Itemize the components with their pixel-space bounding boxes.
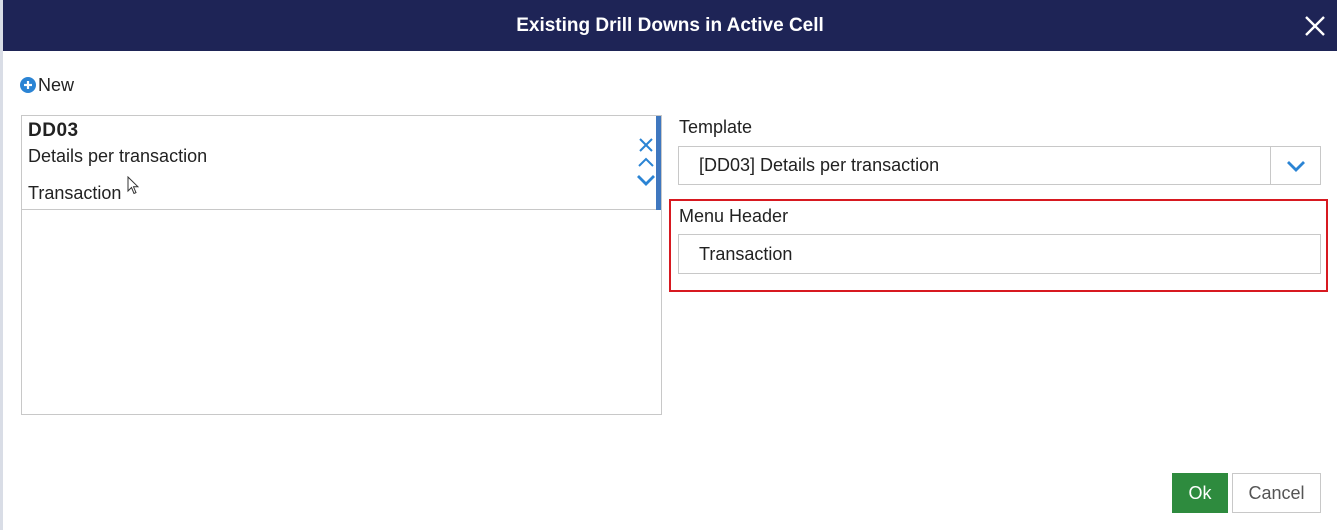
new-drill-down-button[interactable]: New	[20, 74, 74, 96]
menu-header-label: Menu Header	[679, 206, 789, 226]
delete-icon[interactable]	[638, 137, 654, 153]
item-description: Details per transaction	[28, 146, 208, 166]
move-up-icon[interactable]	[637, 156, 655, 168]
mouse-cursor-icon	[127, 176, 139, 195]
template-label: Template	[679, 117, 753, 137]
chevron-down-icon	[1286, 160, 1305, 172]
template-value: [DD03] Details per transaction	[699, 155, 940, 175]
new-label: New	[38, 74, 75, 95]
menu-header-input[interactable]	[678, 234, 1321, 274]
drill-down-list: DD03 Details per transaction Transaction	[21, 115, 662, 415]
selection-accent	[656, 116, 661, 210]
list-item[interactable]: DD03 Details per transaction Transaction	[22, 116, 661, 210]
dialog-title: Existing Drill Downs in Active Cell	[516, 15, 824, 36]
background-strip	[0, 0, 3, 530]
template-select[interactable]: [DD03] Details per transaction	[678, 146, 1321, 185]
item-code: DD03	[28, 120, 79, 141]
plus-circle-icon	[20, 77, 36, 93]
cancel-button[interactable]: Cancel	[1232, 473, 1321, 513]
item-menu-header: Transaction	[28, 183, 122, 203]
ok-button[interactable]: Ok	[1172, 473, 1228, 513]
move-down-icon[interactable]	[636, 173, 656, 187]
dialog-titlebar: Existing Drill Downs in Active Cell	[3, 0, 1337, 51]
template-dropdown-button[interactable]	[1270, 147, 1320, 184]
drill-down-dialog: Existing Drill Downs in Active Cell New …	[0, 0, 1337, 530]
close-icon[interactable]	[1301, 12, 1329, 40]
